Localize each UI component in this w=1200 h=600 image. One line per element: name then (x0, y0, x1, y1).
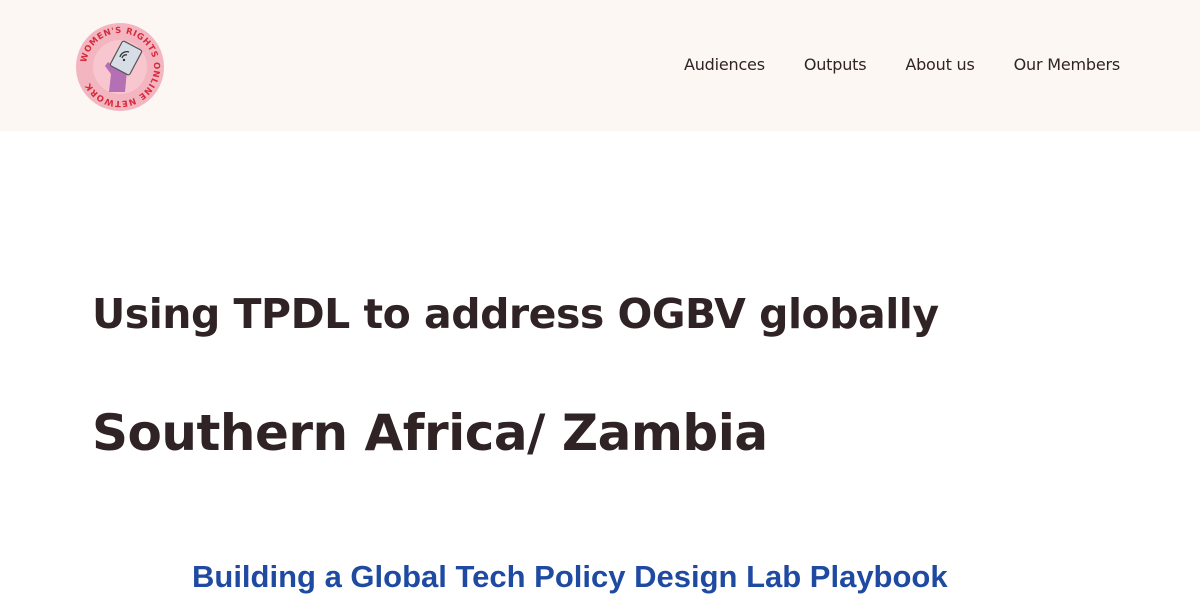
site-header: WOMEN'S RIGHTS ONLINE NETWORK Audiences … (0, 0, 1200, 131)
site-logo[interactable]: WOMEN'S RIGHTS ONLINE NETWORK (75, 22, 165, 112)
women-rights-online-network-logo-icon: WOMEN'S RIGHTS ONLINE NETWORK (76, 23, 164, 111)
nav-our-members[interactable]: Our Members (1014, 55, 1121, 74)
region-heading: Southern Africa/ Zambia (92, 404, 768, 462)
main-nav: Audiences Outputs About us Our Members (684, 55, 1120, 74)
page-heading: Using TPDL to address OGBV globally (92, 290, 939, 338)
nav-outputs[interactable]: Outputs (804, 55, 867, 74)
nav-audiences[interactable]: Audiences (684, 55, 765, 74)
nav-about-us[interactable]: About us (905, 55, 974, 74)
playbook-image-title: Building a Global Tech Policy Design Lab… (192, 559, 948, 594)
